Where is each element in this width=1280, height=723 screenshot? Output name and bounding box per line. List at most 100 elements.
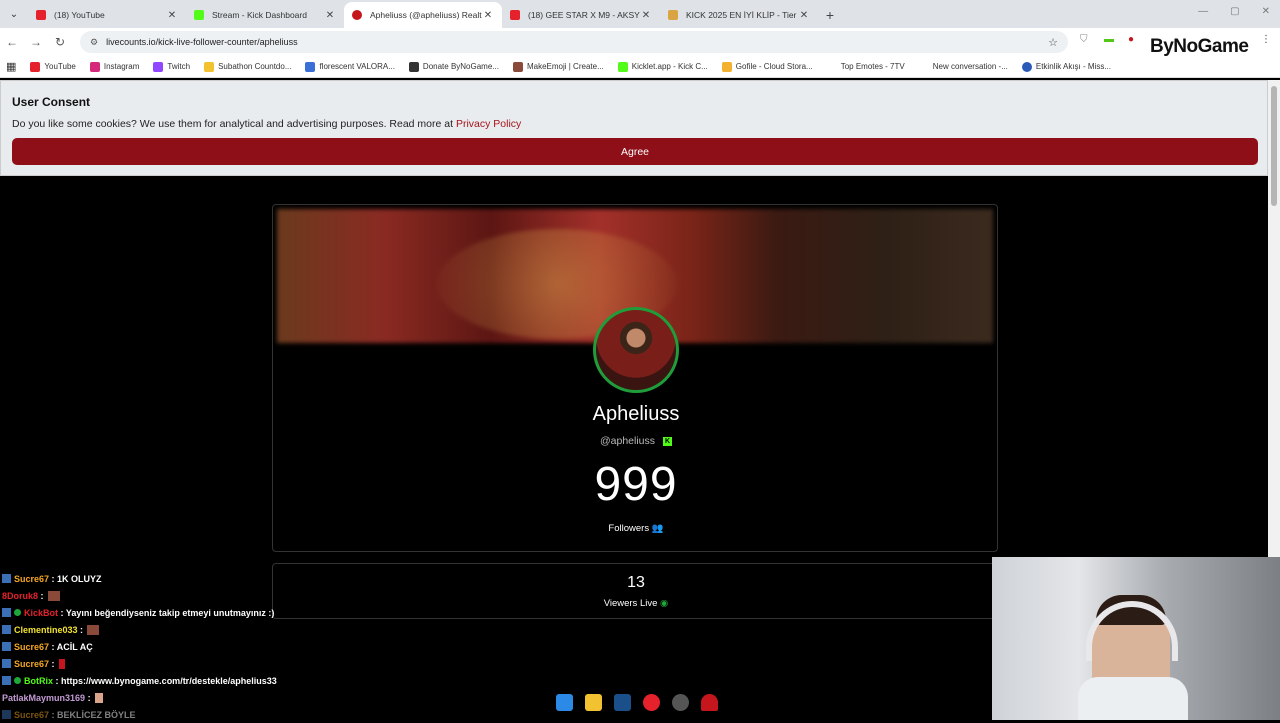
users-icon: 👥 xyxy=(651,523,664,534)
reload-icon[interactable]: ↻ xyxy=(48,35,72,49)
webcam-overlay xyxy=(992,557,1280,720)
chrome-icon[interactable] xyxy=(643,694,660,711)
emote-icon xyxy=(94,692,103,703)
bookmark-item[interactable]: Kicklet.app - Kick C... xyxy=(617,61,708,72)
bookmark-item[interactable]: YouTube xyxy=(30,61,76,72)
steam-icon[interactable] xyxy=(614,694,631,711)
tab-title: Apheliuss (@apheliuss) Realtim xyxy=(370,10,482,20)
address-bar-row: ← → ↻ ⚙ livecounts.io/kick-live-follower… xyxy=(0,28,1280,56)
bookmark-item[interactable]: Top Emotes - 7TV xyxy=(826,61,905,72)
site-info-icon[interactable]: ⚙ xyxy=(90,37,98,48)
badge-icon xyxy=(2,608,11,617)
tab-tier-list[interactable]: KICK 2025 EN İYİ KLİP - Tier List ✕ xyxy=(660,2,818,28)
bookmark-item[interactable]: florescent VALORA... xyxy=(305,61,395,72)
badge-icon xyxy=(2,710,11,719)
bookmark-item[interactable]: MakeEmoji | Create... xyxy=(512,61,604,72)
chat-message: 8Doruk8 : xyxy=(2,587,282,604)
bookmark-icon xyxy=(408,61,419,72)
close-icon[interactable]: ✕ xyxy=(324,10,336,21)
bookmark-star-icon[interactable]: ☆ xyxy=(1048,36,1058,49)
tab-title: (18) YouTube xyxy=(54,10,105,20)
tab-kick-dashboard[interactable]: Stream - Kick Dashboard ✕ xyxy=(186,2,344,28)
apps-icon[interactable]: ▦ xyxy=(6,60,16,73)
chat-message: Sucre67 : ACİL AÇ xyxy=(2,638,282,655)
emote-icon xyxy=(47,590,60,601)
tab-search-icon[interactable]: ⌄ xyxy=(0,0,28,28)
youtube-icon xyxy=(510,10,520,20)
window-controls: — ▢ ✕ xyxy=(1198,6,1270,17)
profile-card: Apheliuss @apheliuss K 999 Followers 👥 xyxy=(272,204,998,552)
extension-icon[interactable]: ● xyxy=(1128,34,1134,45)
youtube-icon xyxy=(36,10,46,20)
forward-icon[interactable]: → xyxy=(24,35,48,49)
live-icon: ◉ xyxy=(660,598,669,609)
chat-message: Sucre67 : BEKLİCEZ BÖYLE xyxy=(2,706,282,723)
tab-youtube[interactable]: (18) YouTube ✕ xyxy=(28,2,186,28)
badge-icon xyxy=(2,659,11,668)
bookmark-icon xyxy=(89,61,100,72)
close-icon[interactable]: ✕ xyxy=(798,10,810,21)
tab-title: (18) GEE STAR X M9 - AKSYON xyxy=(528,10,640,20)
channel-handle: @apheliuss K xyxy=(599,435,673,447)
url-text: livecounts.io/kick-live-follower-counter… xyxy=(106,37,298,47)
obs-icon[interactable] xyxy=(672,694,689,711)
tab-title: KICK 2025 EN İYİ KLİP - Tier List xyxy=(686,10,798,20)
close-icon[interactable]: ✕ xyxy=(640,10,652,21)
emote-icon xyxy=(58,658,65,669)
chat-message: KickBot : Yayını beğendiyseniz takip etm… xyxy=(2,604,282,621)
shield-icon[interactable]: ⛉ xyxy=(1080,34,1088,45)
tab-gee-star[interactable]: (18) GEE STAR X M9 - AKSYON ✕ xyxy=(502,2,660,28)
bookmark-item[interactable]: Donate ByNoGame... xyxy=(408,61,499,72)
maximize-icon[interactable]: ▢ xyxy=(1230,6,1239,17)
close-icon[interactable]: ✕ xyxy=(166,10,178,21)
minimize-icon[interactable]: — xyxy=(1198,6,1208,17)
new-tab-button[interactable]: + xyxy=(818,2,842,28)
kick-icon xyxy=(194,10,204,20)
kick-icon: K xyxy=(663,436,673,446)
chat-overlay: Sucre67 : 1K OLUYZ 8Doruk8 : KickBot : Y… xyxy=(2,570,282,723)
avatar xyxy=(593,307,679,393)
bookmark-item[interactable]: Subathon Countdo... xyxy=(204,61,291,72)
close-icon[interactable]: ✕ xyxy=(482,10,494,21)
livecounts-icon xyxy=(352,10,362,20)
followers-label: Followers 👥 xyxy=(608,523,664,534)
menu-icon[interactable]: ⋮ xyxy=(1261,34,1271,45)
chat-message: Sucre67 : 1K OLUYZ xyxy=(2,570,282,587)
scrollbar-thumb[interactable] xyxy=(1271,86,1277,206)
close-window-icon[interactable]: ✕ xyxy=(1262,6,1270,17)
verified-icon xyxy=(14,677,21,684)
verified-icon xyxy=(14,609,21,616)
bookmark-icon xyxy=(153,61,164,72)
bookmark-item[interactable]: Instagram xyxy=(89,61,139,72)
emote-icon xyxy=(87,624,100,635)
bookmark-item[interactable]: New conversation -... xyxy=(918,61,1008,72)
chat-message: Clementine033 : xyxy=(2,621,282,638)
bookmark-item[interactable]: Etkinlik Akışı - Miss... xyxy=(1021,61,1111,72)
windows-icon[interactable] xyxy=(556,694,573,711)
bookmark-item[interactable]: Twitch xyxy=(153,61,190,72)
badge-icon xyxy=(2,642,11,651)
agree-button[interactable]: Agree xyxy=(12,138,1258,165)
taskbar xyxy=(556,694,718,711)
bookmark-icon xyxy=(617,61,628,72)
tierlist-icon xyxy=(668,10,678,20)
chat-message: Sucre67 : xyxy=(2,655,282,672)
url-input[interactable]: ⚙ livecounts.io/kick-live-follower-count… xyxy=(80,31,1068,53)
valorant-icon[interactable] xyxy=(701,694,718,711)
bookmark-item[interactable]: Gofile - Cloud Stora... xyxy=(721,61,813,72)
viewers-label: Viewers Live ◉ xyxy=(603,598,669,609)
consent-title: User Consent xyxy=(12,95,91,109)
viewers-card: 13 Viewers Live ◉ xyxy=(272,563,998,619)
bynogame-logo: ByNoGame xyxy=(1150,36,1249,57)
badge-icon xyxy=(2,625,11,634)
back-icon[interactable]: ← xyxy=(0,35,24,49)
privacy-policy-link[interactable]: Privacy Policy xyxy=(456,118,521,130)
tab-livecounts[interactable]: Apheliuss (@apheliuss) Realtim ✕ xyxy=(344,2,502,28)
bookmark-icon xyxy=(305,61,316,72)
bookmark-icon xyxy=(918,61,929,72)
bookmark-icon xyxy=(721,61,732,72)
badge-icon xyxy=(2,676,11,685)
cookie-consent-banner: User Consent Do you like some cookies? W… xyxy=(0,80,1268,176)
extension-icon[interactable]: ▬ xyxy=(1104,34,1114,45)
folder-icon[interactable] xyxy=(585,694,602,711)
